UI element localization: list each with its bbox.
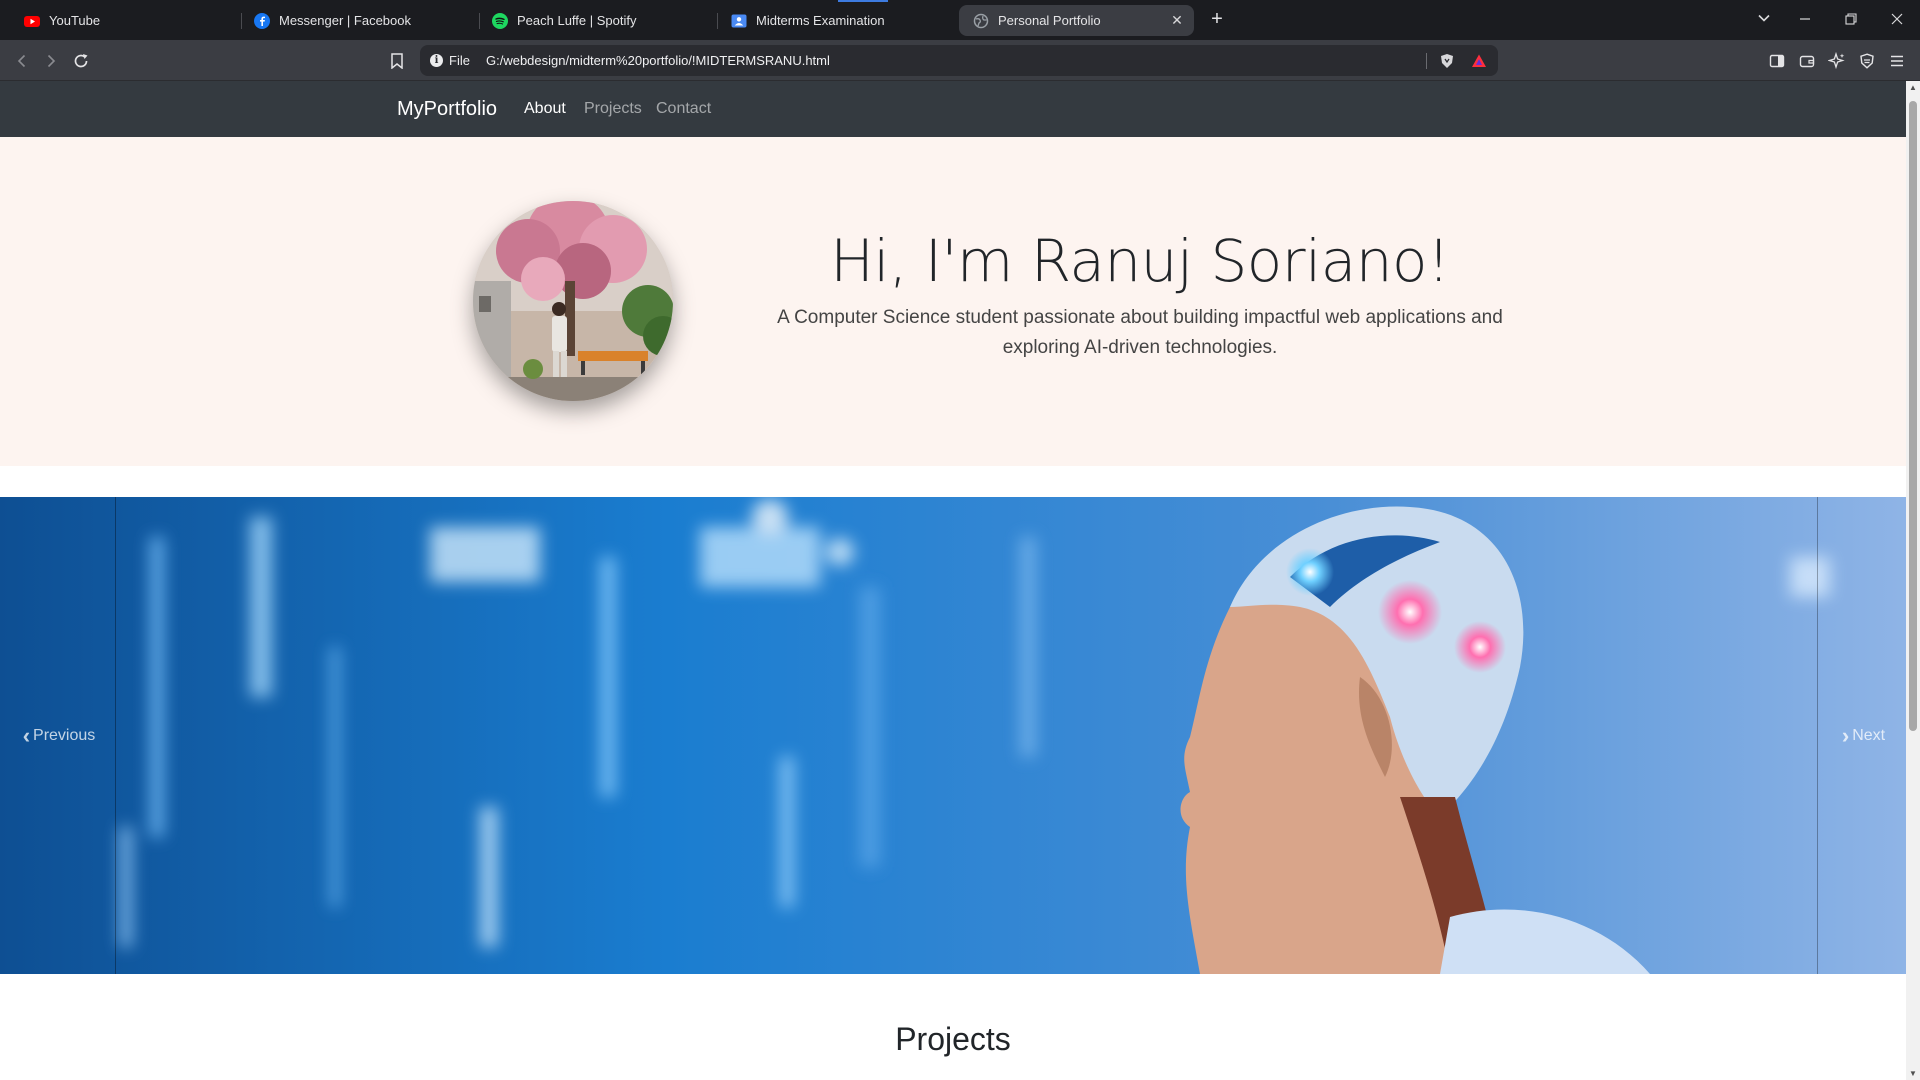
document-icon <box>731 14 747 27</box>
tab-loading-indicator <box>838 0 888 2</box>
site-info-label: File <box>449 53 470 68</box>
hero-title: Hi, I'm Ranuj Soriano! <box>830 227 1450 295</box>
close-window-button[interactable] <box>1882 6 1912 34</box>
tab-title: Peach Luffe | Spotify <box>517 13 637 28</box>
carousel-previous-label: Previous <box>33 726 96 744</box>
close-icon <box>1891 13 1903 25</box>
projects-heading: Projects <box>895 1021 1011 1057</box>
brave-shield-icon <box>1441 54 1453 68</box>
browser-toolbar: i File G:/webdesign/midterm%20portfolio/… <box>0 40 1920 81</box>
wallet-icon <box>1799 55 1815 68</box>
sparkle-icon <box>1828 52 1845 70</box>
brave-rewards-button[interactable] <box>1466 48 1492 74</box>
back-arrow-icon <box>17 54 26 68</box>
carousel-next-button[interactable]: › Next <box>1817 497 1906 974</box>
wallet-button[interactable] <box>1794 48 1820 74</box>
leo-ai-button[interactable] <box>1824 48 1850 74</box>
url-text[interactable]: G:/webdesign/midterm%20portfolio/!MIDTER… <box>486 45 830 76</box>
tab-title: Midterms Examination <box>756 13 885 28</box>
carousel-slide-image <box>0 497 1906 974</box>
tab-search-button[interactable] <box>1749 6 1779 34</box>
restore-icon <box>1845 13 1857 25</box>
minimize-button[interactable] <box>1790 6 1820 34</box>
hero-section: Hi, I'm Ranuj Soriano! A Computer Scienc… <box>0 137 1906 466</box>
back-button[interactable] <box>9 48 35 74</box>
nav-link-projects[interactable]: Projects <box>584 81 642 137</box>
brave-shields-button[interactable] <box>1434 48 1460 74</box>
minimize-icon <box>1800 18 1810 20</box>
tab-personal-portfolio[interactable]: Personal Portfolio ✕ <box>959 5 1194 36</box>
chevron-left-icon: ‹ <box>22 722 31 748</box>
forward-arrow-icon <box>47 54 56 68</box>
scroll-down-icon[interactable]: ▼ <box>1906 1069 1920 1078</box>
carousel-next-label: Next <box>1852 726 1886 744</box>
bookmark-icon <box>391 53 403 69</box>
scroll-up-icon[interactable]: ▲ <box>1906 83 1920 92</box>
address-bar[interactable]: i File G:/webdesign/midterm%20portfolio/… <box>420 45 1498 76</box>
tab-youtube[interactable]: YouTube <box>10 5 240 36</box>
vpn-shield-icon <box>1860 53 1874 69</box>
spotify-icon <box>492 12 508 29</box>
restore-button[interactable] <box>1836 6 1866 34</box>
tab-spotify[interactable]: Peach Luffe | Spotify <box>478 5 718 36</box>
carousel-previous-button[interactable]: ‹ Previous <box>0 497 116 974</box>
tab-title: YouTube <box>49 13 101 28</box>
rewards-triangle-icon <box>1472 54 1486 67</box>
site-navbar: MyPortfolio About Projects Contact <box>0 81 1906 137</box>
info-icon: i <box>430 54 443 67</box>
sidebar-toggle-button[interactable] <box>1764 48 1790 74</box>
globe-icon <box>973 13 989 28</box>
address-bar-divider <box>1426 53 1427 69</box>
sidebar-icon <box>1769 54 1785 68</box>
facebook-icon <box>254 12 270 29</box>
new-tab-button[interactable]: + <box>1204 7 1230 33</box>
nav-link-about[interactable]: About <box>524 81 566 137</box>
reload-button[interactable] <box>68 48 94 74</box>
tab-title: Personal Portfolio <box>998 13 1101 28</box>
page-scrollbar[interactable]: ▲ ▼ <box>1906 81 1920 1080</box>
reload-icon <box>74 54 88 68</box>
scrollbar-thumb[interactable] <box>1909 101 1917 731</box>
navbar-brand[interactable]: MyPortfolio <box>397 81 497 137</box>
chevron-down-icon <box>1758 14 1770 22</box>
image-carousel: ‹ Previous › Next <box>0 497 1906 974</box>
forward-button[interactable] <box>38 48 64 74</box>
bookmark-button[interactable] <box>384 48 410 74</box>
hamburger-menu-icon <box>1891 55 1903 67</box>
close-tab-icon[interactable]: ✕ <box>1168 11 1186 29</box>
tab-messenger[interactable]: Messenger | Facebook <box>240 5 480 36</box>
main-menu-button[interactable] <box>1884 48 1910 74</box>
site-info-button[interactable]: i File <box>430 45 470 76</box>
tab-midterms[interactable]: Midterms Examination <box>717 5 957 36</box>
chevron-right-icon: › <box>1841 722 1850 748</box>
tab-title: Messenger | Facebook <box>279 13 411 28</box>
nav-link-contact[interactable]: Contact <box>656 81 711 137</box>
hero-subtitle: A Computer Science student passionate ab… <box>777 307 1503 358</box>
tab-strip: YouTube Messenger | Facebook Peach Luffe… <box>0 0 1920 40</box>
youtube-icon <box>24 15 40 27</box>
page-viewport: MyPortfolio About Projects Contact Hi, I… <box>0 81 1906 1080</box>
vpn-button[interactable] <box>1854 48 1880 74</box>
